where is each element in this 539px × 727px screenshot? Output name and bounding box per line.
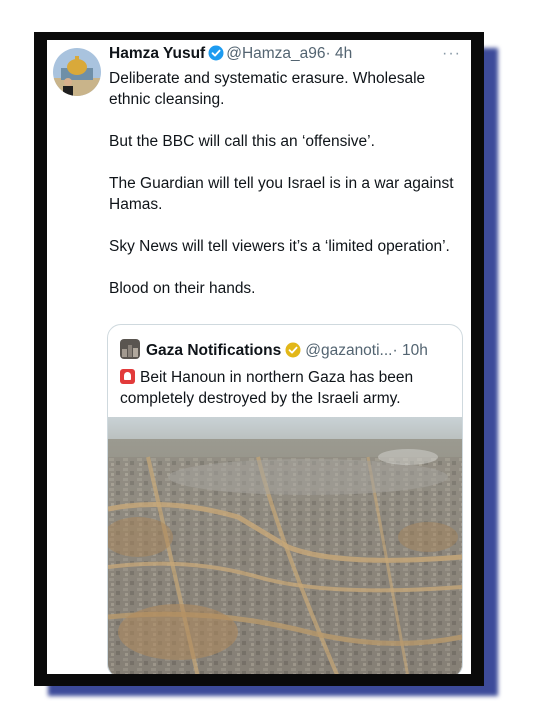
author-name[interactable]: Hamza Yusuf [109, 45, 205, 62]
quoted-text-content: Beit Hanoun in northern Gaza has been co… [120, 369, 414, 407]
tweet-paragraph: The Guardian will tell you Israel is in … [109, 175, 454, 213]
tweet-paragraph: But the BBC will call this an ‘offensive… [109, 133, 375, 150]
gold-verified-badge-icon [285, 342, 301, 363]
quoted-tweet-text: Beit Hanoun in northern Gaza has been co… [120, 367, 455, 409]
rotating-light-icon [120, 369, 135, 384]
quoted-tweet-header: Gaza Notifications @gazanoti...· 10h [120, 339, 452, 361]
tweet-paragraph: Blood on their hands. [109, 280, 256, 297]
tweet-time[interactable]: · 4h [326, 45, 353, 62]
avatar[interactable] [53, 48, 101, 96]
quoted-tweet-time[interactable]: · 10h [392, 342, 427, 359]
quoted-avatar[interactable] [120, 339, 140, 359]
tweet-card[interactable]: Hamza Yusuf @Hamza_a96· 4h ··· Deliberate… [47, 40, 471, 674]
tweet-header: Hamza Yusuf @Hamza_a96· 4h ··· [109, 45, 461, 67]
quoted-author-handle[interactable]: @gazanoti... [305, 342, 392, 359]
destroyed-area-photo[interactable] [108, 417, 462, 674]
more-options-icon[interactable]: ··· [442, 45, 461, 63]
author-handle[interactable]: @Hamza_a96 [226, 45, 325, 62]
verified-badge-icon [208, 45, 224, 66]
tweet-paragraph: Deliberate and systematic erasure. Whole… [109, 70, 426, 108]
tweet-paragraph: Sky News will tell viewers it’s a ‘limit… [109, 238, 450, 255]
quoted-tweet[interactable]: Gaza Notifications @gazanoti...· 10h Beit… [107, 324, 463, 674]
tweet-text: Deliberate and systematic erasure. Whole… [109, 68, 464, 299]
quoted-author-name[interactable]: Gaza Notifications [146, 342, 281, 359]
